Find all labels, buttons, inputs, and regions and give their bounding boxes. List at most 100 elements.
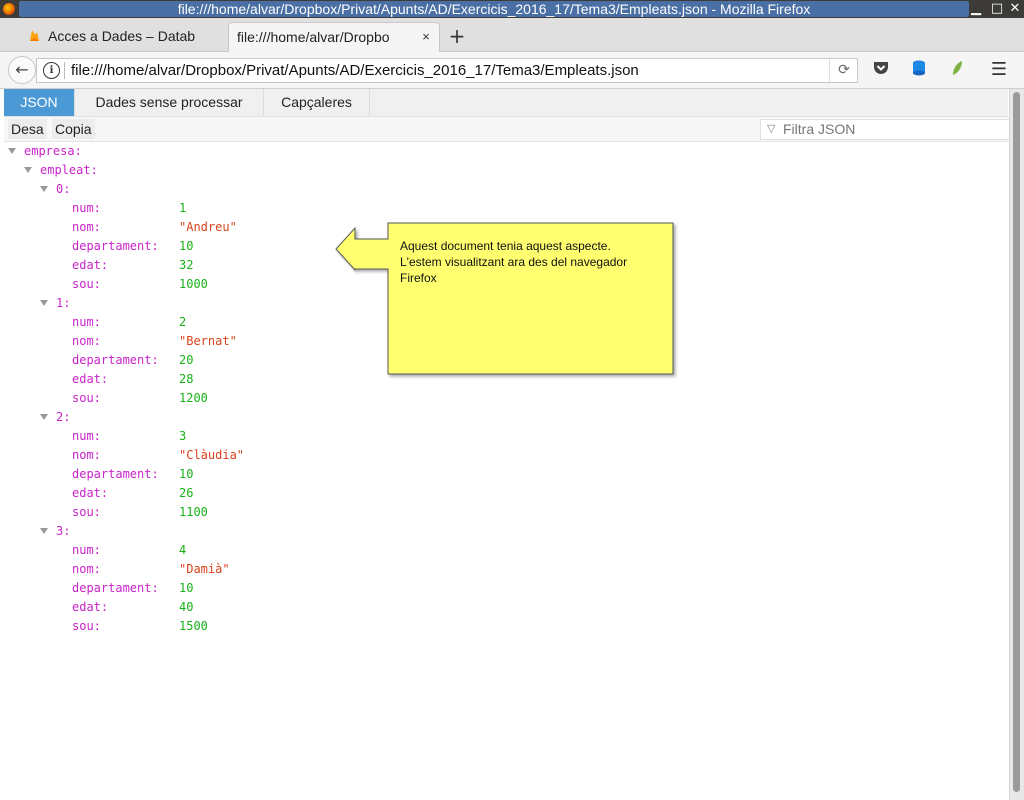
collapse-toggle-icon[interactable] — [8, 148, 16, 154]
annotation-callout: Aquest document tenia aquest aspecte. L'… — [330, 222, 680, 382]
callout-line: Firefox — [400, 271, 437, 285]
field-row[interactable]: edat: 26 — [0, 484, 1000, 503]
tab-empleats-json[interactable]: file:///home/alvar/Dropbo × — [228, 22, 440, 52]
tab-acces-a-dades[interactable]: Acces a Dades – Datab — [20, 22, 226, 51]
menu-icon[interactable]: ☰ — [989, 60, 1009, 80]
field-value-num: 1 — [179, 201, 187, 215]
field-key-nom: nom: — [72, 562, 101, 576]
callout-line: Aquest document tenia aquest aspecte. — [400, 239, 611, 253]
url-separator — [64, 62, 65, 79]
field-value-num: 3 — [179, 429, 187, 443]
url-bar[interactable]: i file:///home/alvar/Dropbox/Privat/Apun… — [36, 58, 858, 83]
close-window-icon[interactable]: ✕ — [1007, 1, 1023, 17]
field-value-edat: 28 — [179, 372, 194, 386]
field-row[interactable]: sou: 1100 — [0, 503, 1000, 522]
employee-3-key: 3: — [56, 524, 71, 538]
field-key-departament: departament: — [72, 353, 159, 367]
empleat-key: empleat: — [40, 163, 98, 177]
save-button[interactable]: Desa — [8, 119, 47, 139]
field-value-num: 4 — [179, 543, 187, 557]
tab-label: file:///home/alvar/Dropbo — [237, 29, 390, 45]
field-row[interactable]: sou: 1500 — [0, 617, 1000, 636]
field-row[interactable]: nom: "Damià" — [0, 560, 1000, 579]
field-row[interactable]: num: 1 — [0, 199, 1000, 218]
field-value-edat: 32 — [179, 258, 194, 272]
leaf-icon[interactable] — [947, 60, 967, 80]
tab-json[interactable]: JSON — [4, 89, 75, 116]
collapse-toggle-icon[interactable] — [40, 186, 48, 192]
window-title-bar: file:///home/alvar/Dropbox/Privat/Apunts… — [0, 0, 1024, 18]
reload-icon[interactable]: ⟳ — [829, 59, 858, 82]
field-key-departament: departament: — [72, 581, 159, 595]
field-key-num: num: — [72, 429, 101, 443]
employee-1-key: 1: — [56, 296, 71, 310]
close-tab-icon[interactable]: × — [419, 23, 433, 51]
collapse-toggle-icon[interactable] — [40, 528, 48, 534]
collapse-toggle-icon[interactable] — [40, 414, 48, 420]
url-text[interactable]: file:///home/alvar/Dropbox/Privat/Apunts… — [71, 59, 639, 82]
field-row[interactable]: nom: "Clàudia" — [0, 446, 1000, 465]
field-value-sou: 1500 — [179, 619, 208, 633]
maximize-icon[interactable]: □ — [989, 1, 1005, 17]
field-key-sou: sou: — [72, 619, 101, 633]
window-title: file:///home/alvar/Dropbox/Privat/Apunts… — [177, 1, 811, 17]
tab-label: Acces a Dades – Datab — [48, 28, 196, 44]
tab-raw-data[interactable]: Dades sense processar — [75, 89, 264, 116]
field-key-edat: edat: — [72, 258, 109, 272]
empresa-key: empresa: — [24, 144, 82, 158]
info-icon[interactable]: i — [43, 62, 60, 79]
field-key-edat: edat: — [72, 600, 109, 614]
viewer-tabs: JSON Dades sense processar Capçaleres — [4, 89, 1008, 117]
field-key-departament: departament: — [72, 467, 159, 481]
field-key-sou: sou: — [72, 391, 101, 405]
field-value-sou: 1000 — [179, 277, 208, 291]
filter-icon: ▽ — [767, 123, 776, 135]
employee-3-row[interactable]: 3: — [0, 522, 1000, 541]
pocket-icon[interactable] — [871, 60, 891, 80]
field-key-num: num: — [72, 315, 101, 329]
navigation-toolbar: ← i file:///home/alvar/Dropbox/Privat/Ap… — [0, 52, 1024, 89]
field-key-sou: sou: — [72, 277, 101, 291]
collapse-toggle-icon[interactable] — [24, 167, 32, 173]
field-value-departament: 20 — [179, 353, 194, 367]
field-key-nom: nom: — [72, 220, 101, 234]
field-row[interactable]: sou: 1200 — [0, 389, 1000, 408]
empresa-row[interactable]: empresa: — [0, 142, 1000, 161]
firebase-icon — [30, 30, 39, 41]
copy-button[interactable]: Copia — [52, 119, 95, 139]
field-key-nom: nom: — [72, 334, 101, 348]
tab-headers[interactable]: Capçaleres — [264, 89, 370, 116]
employee-0-row[interactable]: 0: — [0, 180, 1000, 199]
field-value-nom: "Bernat" — [179, 334, 237, 348]
field-value-nom: "Clàudia" — [179, 448, 245, 462]
field-value-num: 2 — [179, 315, 187, 329]
field-key-edat: edat: — [72, 372, 109, 386]
field-key-nom: nom: — [72, 448, 101, 462]
field-key-num: num: — [72, 201, 101, 215]
collapse-toggle-icon[interactable] — [40, 300, 48, 306]
field-row[interactable]: edat: 40 — [0, 598, 1000, 617]
field-key-departament: departament: — [72, 239, 159, 253]
scrollbar-thumb[interactable] — [1013, 92, 1020, 792]
filter-json-input[interactable]: ▽ Filtra JSON — [760, 119, 1010, 140]
field-key-num: num: — [72, 543, 101, 557]
field-row[interactable]: departament: 10 — [0, 465, 1000, 484]
field-value-departament: 10 — [179, 581, 194, 595]
employee-2-row[interactable]: 2: — [0, 408, 1000, 427]
callout-line: L'estem visualitzant ara des del navegad… — [400, 255, 628, 269]
new-tab-button[interactable]: + — [448, 22, 466, 50]
minimize-icon[interactable]: ▁ — [968, 1, 984, 17]
filter-placeholder: Filtra JSON — [783, 121, 856, 137]
field-row[interactable]: departament: 10 — [0, 579, 1000, 598]
employee-2-key: 2: — [56, 410, 71, 424]
field-value-edat: 40 — [179, 600, 194, 614]
field-key-edat: edat: — [72, 486, 109, 500]
empleat-row[interactable]: empleat: — [0, 161, 1000, 180]
field-value-departament: 10 — [179, 239, 194, 253]
field-row[interactable]: num: 4 — [0, 541, 1000, 560]
back-button[interactable]: ← — [8, 56, 36, 84]
field-row[interactable]: num: 3 — [0, 427, 1000, 446]
tab-strip: Acces a Dades – Datab file:///home/alvar… — [0, 18, 1024, 52]
vertical-scrollbar[interactable] — [1009, 89, 1024, 800]
database-icon[interactable] — [909, 60, 929, 80]
